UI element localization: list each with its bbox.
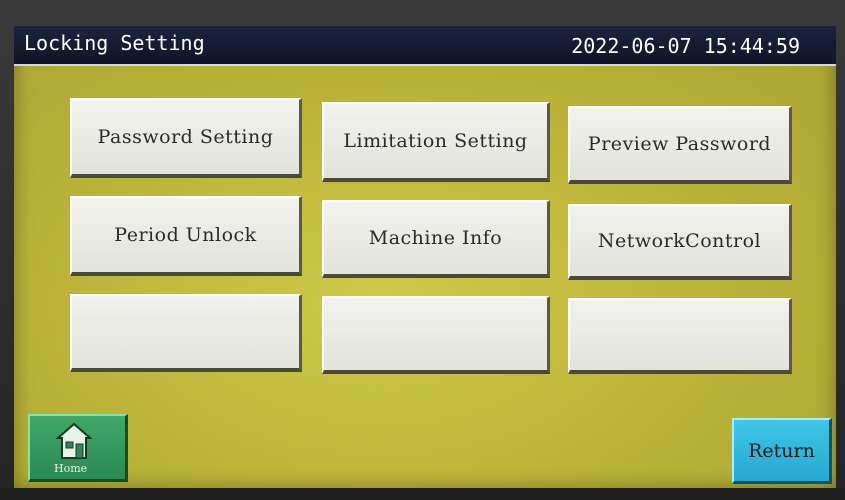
preview-password-label: Preview Password (587, 133, 772, 155)
return-button[interactable]: Return (732, 418, 832, 484)
password-setting-button[interactable]: Password Setting (70, 98, 302, 178)
network-control-button[interactable]: NetworkControl (568, 204, 792, 280)
return-label: Return (748, 439, 815, 462)
period-unlock-label: Period Unlock (114, 224, 257, 246)
device-bottom-edge (0, 488, 845, 500)
limitation-setting-button[interactable]: Limitation Setting (322, 102, 550, 182)
blank-button-2[interactable] (322, 296, 550, 374)
house-icon (56, 422, 92, 459)
title-bar: Locking Setting 2022-06-07 15:44:59 (14, 26, 836, 66)
password-setting-label: Password Setting (97, 126, 274, 148)
blank-button-3[interactable] (568, 298, 792, 374)
page-title: Locking Setting (24, 31, 205, 55)
limitation-setting-label: Limitation Setting (343, 130, 528, 152)
blank-button-1[interactable] (70, 294, 302, 372)
datetime-display: 2022-06-07 15:44:59 (571, 34, 800, 58)
machine-info-button[interactable]: Machine Info (322, 200, 550, 278)
hmi-screen: Locking Setting 2022-06-07 15:44:59 Pass… (14, 26, 836, 488)
network-control-label: NetworkControl (597, 230, 762, 252)
machine-info-label: Machine Info (368, 227, 503, 249)
home-label: Home (54, 462, 88, 475)
home-button[interactable]: Home (28, 414, 128, 482)
preview-password-button[interactable]: Preview Password (568, 106, 792, 184)
period-unlock-button[interactable]: Period Unlock (70, 196, 302, 276)
